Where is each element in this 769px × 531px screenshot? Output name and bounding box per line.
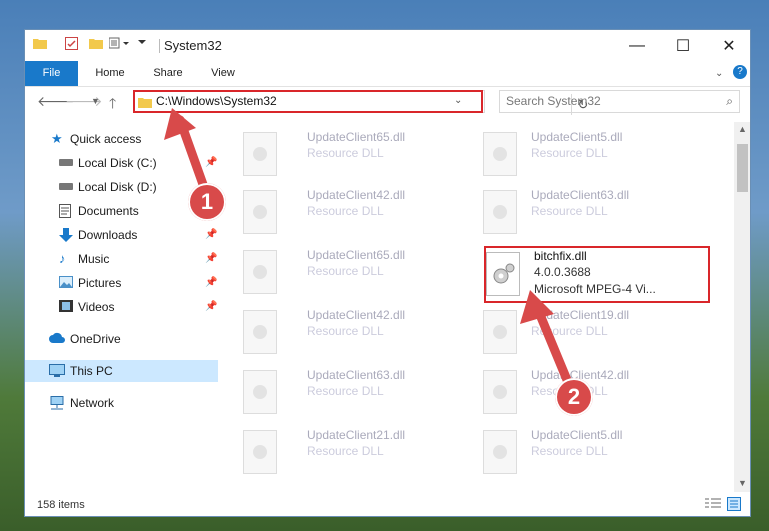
annotation-overlay — [164, 108, 577, 397]
arrow-1-head — [164, 108, 196, 140]
arrow-2-head — [520, 290, 554, 324]
step-marker-2: 2 — [555, 378, 593, 416]
step-marker-1: 1 — [188, 183, 226, 221]
